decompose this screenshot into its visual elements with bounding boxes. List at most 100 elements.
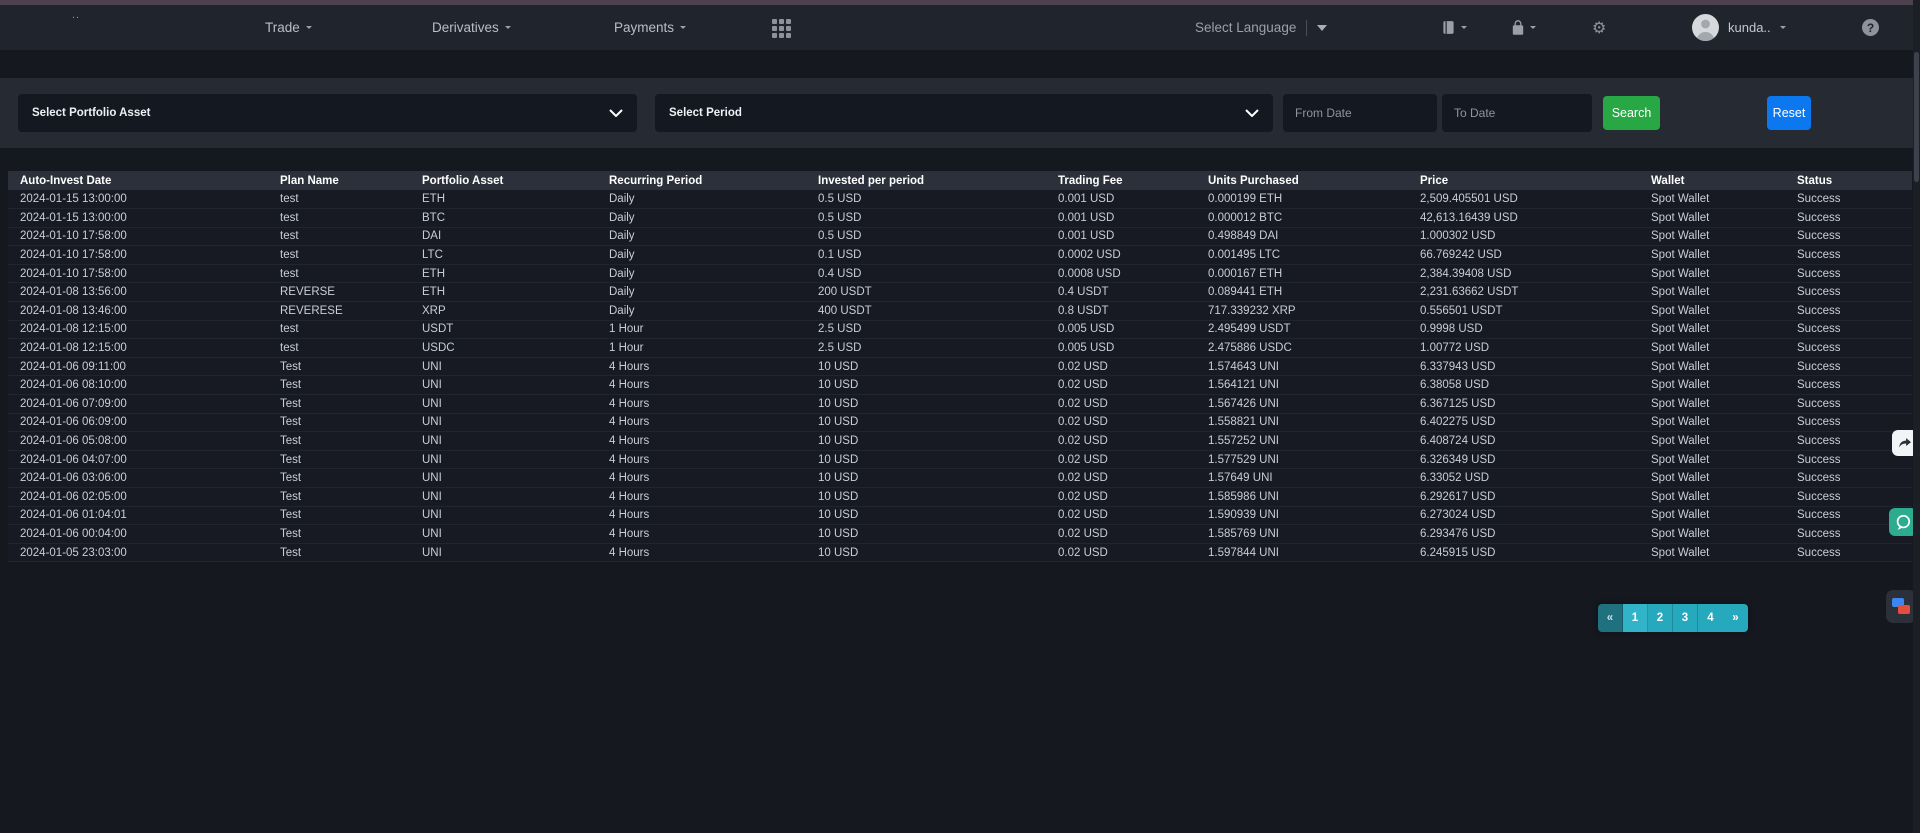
logo-placeholder: ..: [72, 9, 80, 21]
orders-menu[interactable]: [1440, 5, 1467, 50]
table-cell: REVERSE: [268, 283, 410, 302]
table-cell: Spot Wallet: [1639, 264, 1785, 283]
table-cell: ETH: [410, 264, 597, 283]
table-cell: Success: [1785, 469, 1912, 488]
search-button[interactable]: Search: [1603, 96, 1660, 130]
bag-icon: [1510, 19, 1526, 37]
column-header: Units Purchased: [1196, 171, 1408, 190]
table-cell: 4 Hours: [597, 357, 806, 376]
table-cell: Test: [268, 543, 410, 562]
table-cell: Success: [1785, 190, 1912, 209]
gear-icon: ⚙: [1592, 18, 1606, 37]
pagination-page-button[interactable]: 2: [1648, 604, 1673, 632]
table-cell: 10 USD: [806, 357, 1046, 376]
table-cell: REVERESE: [268, 302, 410, 321]
table-cell: 6.326349 USD: [1408, 450, 1639, 469]
table-cell: Success: [1785, 543, 1912, 562]
table-cell: 4 Hours: [597, 506, 806, 525]
table-cell: 1.564121 UNI: [1196, 376, 1408, 395]
table-body: 2024-01-15 13:00:00testETHDaily0.5 USD0.…: [8, 190, 1912, 562]
table-cell: 0.02 USD: [1046, 432, 1196, 451]
pagination-page-button[interactable]: 4: [1698, 604, 1723, 632]
table-cell: Spot Wallet: [1639, 302, 1785, 321]
table-cell: 2024-01-08 12:15:00: [8, 320, 268, 339]
table-cell: test: [268, 209, 410, 228]
table-cell: Spot Wallet: [1639, 190, 1785, 209]
table-cell: Spot Wallet: [1639, 339, 1785, 358]
table-cell: Test: [268, 450, 410, 469]
nav-menu-trade[interactable]: Trade: [265, 5, 312, 50]
table-cell: UNI: [410, 432, 597, 451]
table-cell: 4 Hours: [597, 395, 806, 414]
nav-menu-payments[interactable]: Payments: [614, 5, 686, 50]
to-date-input[interactable]: [1442, 94, 1592, 132]
auto-invest-history-table: Auto-Invest DatePlan NamePortfolio Asset…: [8, 171, 1912, 562]
user-menu[interactable]: kunda..: [1692, 5, 1786, 50]
table-cell: 6.367125 USD: [1408, 395, 1639, 414]
table-cell: 2024-01-06 06:09:00: [8, 413, 268, 432]
portfolio-asset-select[interactable]: Select Portfolio Asset: [18, 94, 637, 132]
table-cell: 0.5 USD: [806, 209, 1046, 228]
table-cell: 2.475886 USDC: [1196, 339, 1408, 358]
table-cell: 2024-01-06 00:04:00: [8, 525, 268, 544]
table-cell: 10 USD: [806, 469, 1046, 488]
scrollbar-thumb[interactable]: [1914, 52, 1919, 182]
pagination-page-button[interactable]: 1: [1623, 604, 1648, 632]
table-cell: Test: [268, 469, 410, 488]
table-cell: 2024-01-06 07:09:00: [8, 395, 268, 414]
pagination: « 1234 »: [1598, 604, 1748, 632]
table-cell: Success: [1785, 488, 1912, 507]
language-selector[interactable]: Select Language: [1195, 5, 1327, 50]
table-cell: 0.1 USD: [806, 246, 1046, 265]
table-cell: Spot Wallet: [1639, 357, 1785, 376]
pagination-page-button[interactable]: 3: [1673, 604, 1698, 632]
table-cell: Success: [1785, 339, 1912, 358]
table-cell: Spot Wallet: [1639, 543, 1785, 562]
table-cell: 6.293476 USD: [1408, 525, 1639, 544]
table-cell: test: [268, 227, 410, 246]
table-cell: 6.273024 USD: [1408, 506, 1639, 525]
column-header: Auto-Invest Date: [8, 171, 268, 190]
table-cell: Daily: [597, 283, 806, 302]
reset-button[interactable]: Reset: [1767, 96, 1811, 130]
table-cell: 0.5 USD: [806, 190, 1046, 209]
settings-button[interactable]: ⚙: [1592, 5, 1606, 50]
nav-menu-derivatives[interactable]: Derivatives: [432, 5, 511, 50]
table-cell: 200 USDT: [806, 283, 1046, 302]
table-cell: 1.577529 UNI: [1196, 450, 1408, 469]
table-cell: test: [268, 264, 410, 283]
table-cell: 1.585986 UNI: [1196, 488, 1408, 507]
table-cell: 1.00772 USD: [1408, 339, 1639, 358]
pagination-next-button[interactable]: »: [1723, 604, 1748, 632]
table-cell: Spot Wallet: [1639, 320, 1785, 339]
table-cell: 0.000199 ETH: [1196, 190, 1408, 209]
table-cell: Success: [1785, 209, 1912, 228]
table-cell: Success: [1785, 395, 1912, 414]
table-cell: 0.02 USD: [1046, 395, 1196, 414]
portfolio-asset-select-value: Select Portfolio Asset: [32, 107, 150, 119]
table-cell: 10 USD: [806, 525, 1046, 544]
table-cell: 66.769242 USD: [1408, 246, 1639, 265]
divider: [1306, 20, 1307, 36]
from-date-input[interactable]: [1283, 94, 1437, 132]
table-cell: Success: [1785, 413, 1912, 432]
table-cell: UNI: [410, 376, 597, 395]
table-cell: Test: [268, 376, 410, 395]
table-cell: 6.38058 USD: [1408, 376, 1639, 395]
table-cell: 2024-01-08 12:15:00: [8, 339, 268, 358]
pagination-prev-button[interactable]: «: [1598, 604, 1623, 632]
help-button[interactable]: ?: [1862, 5, 1879, 50]
table-cell: 6.337943 USD: [1408, 357, 1639, 376]
table-cell: 0.556501 USDT: [1408, 302, 1639, 321]
table-row: 2024-01-08 13:56:00REVERSEETHDaily200 US…: [8, 283, 1912, 302]
table-row: 2024-01-15 13:00:00testETHDaily0.5 USD0.…: [8, 190, 1912, 209]
apps-grid-icon[interactable]: [772, 19, 791, 38]
period-select[interactable]: Select Period: [655, 94, 1273, 132]
table-cell: ETH: [410, 190, 597, 209]
chat-support-button[interactable]: [1886, 590, 1916, 623]
bag-menu[interactable]: [1510, 5, 1536, 50]
table-row: 2024-01-05 23:03:00TestUNI4 Hours10 USD0…: [8, 543, 1912, 562]
table-cell: Success: [1785, 227, 1912, 246]
table-cell: Success: [1785, 264, 1912, 283]
table-cell: test: [268, 320, 410, 339]
